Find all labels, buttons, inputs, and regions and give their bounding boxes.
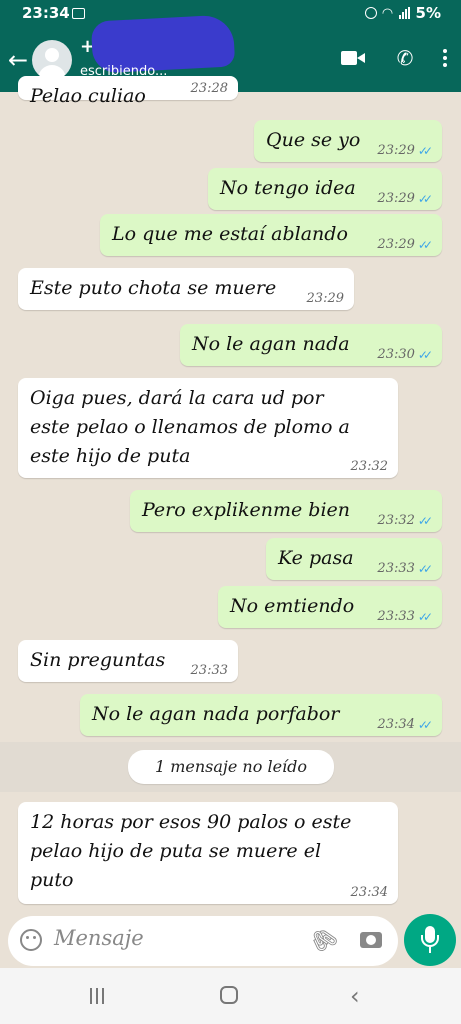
unread-divider: 1 mensaje no leído	[0, 742, 461, 792]
outgoing-message[interactable]: No le agan nada porfabor 23:34 ✓✓	[80, 694, 442, 736]
message-line: pelao hijo de puta se muere el	[30, 840, 322, 862]
message-line: No emtiendo	[230, 595, 355, 617]
nav-back-icon[interactable]: ‹	[350, 982, 360, 1010]
message-time: 23:34	[350, 885, 388, 900]
more-options-icon[interactable]	[443, 49, 447, 67]
message-line: Ke pasa	[278, 547, 354, 569]
message-line: este hijo de puta	[30, 445, 191, 467]
home-icon[interactable]	[220, 986, 238, 1004]
message-line: No le agan nada	[192, 333, 350, 355]
message-time: 23:30	[377, 347, 415, 362]
message-input[interactable]: Mensaje	[54, 926, 144, 950]
outgoing-message[interactable]: Pero explikenme bien 23:32 ✓✓	[130, 490, 442, 532]
outgoing-message[interactable]: No le agan nada 23:30 ✓✓	[180, 324, 442, 366]
message-meta: 23:32 ✓✓	[377, 513, 433, 528]
video-call-icon[interactable]	[341, 48, 367, 68]
outgoing-message[interactable]: No emtiendo 23:33 ✓✓	[218, 586, 442, 628]
recent-apps-icon[interactable]	[90, 988, 104, 1004]
outgoing-message[interactable]: Que se yo 23:29 ✓✓	[254, 120, 442, 162]
message-text: 12 horas por esos 90 palos o este pelao h…	[30, 808, 386, 895]
message-line: puto	[30, 869, 74, 891]
system-nav-bar: ‹	[0, 968, 461, 1024]
message-meta: 23:34	[351, 885, 388, 900]
message-meta: 23:29 ✓✓	[377, 191, 433, 206]
status-bar: 23:34 ◠ 5%	[0, 0, 461, 28]
message-meta: 23:29	[307, 291, 344, 306]
message-meta: 23:29 ✓✓	[377, 143, 433, 158]
message-meta: 23:33	[191, 663, 228, 678]
read-receipt-icon: ✓✓	[417, 717, 433, 732]
phone-icon[interactable]: ✆	[393, 46, 417, 70]
message-meta: 23:34 ✓✓	[377, 717, 433, 732]
message-time: 23:29	[377, 237, 415, 252]
message-time: 23:29	[377, 191, 415, 206]
signal-icon	[398, 7, 410, 19]
message-time: 23:29	[306, 291, 344, 306]
outgoing-message[interactable]: No tengo idea 23:29 ✓✓	[208, 168, 442, 210]
read-receipt-icon: ✓✓	[417, 513, 433, 528]
wifi-icon: ◠	[382, 5, 393, 21]
message-line: 12 horas por esos 90 palos o este	[30, 811, 352, 833]
message-meta: 23:29 ✓✓	[377, 237, 433, 252]
message-text: Este puto chota se muere	[30, 274, 342, 303]
incoming-message[interactable]: Sin preguntas 23:33	[18, 640, 238, 682]
back-arrow-icon[interactable]: ←	[8, 46, 28, 74]
message-meta: 23:33 ✓✓	[377, 609, 433, 624]
mic-button[interactable]	[404, 914, 456, 966]
message-line: Lo que me estaí ablando	[112, 223, 348, 245]
message-time: 23:33	[377, 609, 415, 624]
read-receipt-icon: ✓✓	[417, 143, 433, 158]
message-time: 23:28	[190, 81, 228, 96]
message-line: Oiga pues, dará la cara ud por	[30, 387, 324, 409]
read-receipt-icon: ✓✓	[417, 609, 433, 624]
camera-icon[interactable]	[360, 932, 382, 948]
read-receipt-icon: ✓✓	[417, 347, 433, 362]
message-meta: 23:30 ✓✓	[377, 347, 433, 362]
unread-banner: 1 mensaje no leído	[128, 750, 334, 784]
status-icons: ◠ 5%	[364, 4, 441, 22]
attach-icon[interactable]: 🖇	[305, 922, 342, 959]
message-meta: 23:28	[191, 81, 228, 96]
gallery-notification-icon	[72, 8, 85, 19]
emoji-icon[interactable]	[20, 929, 42, 951]
message-line: Sin preguntas	[30, 649, 166, 671]
avatar[interactable]	[32, 40, 72, 80]
message-line: Pero explikenme bien	[142, 499, 351, 521]
outgoing-message[interactable]: Ke pasa 23:33 ✓✓	[266, 538, 442, 580]
message-line: No le agan nada porfabor	[92, 703, 340, 725]
message-line: Este puto chota se muere	[30, 277, 277, 299]
message-input-bar: Mensaje 🖇	[8, 916, 398, 966]
header-actions: ✆	[341, 46, 447, 70]
status-time: 23:34	[22, 4, 70, 22]
message-line: Que se yo	[266, 129, 361, 151]
outgoing-message[interactable]: Lo que me estaí ablando 23:29 ✓✓	[100, 214, 442, 256]
message-time: 23:32	[350, 459, 388, 474]
message-meta: 23:33 ✓✓	[377, 561, 433, 576]
message-text: Oiga pues, dará la cara ud por este pelao…	[30, 384, 386, 471]
read-receipt-icon: ✓✓	[417, 237, 433, 252]
message-line: este pelao o llenamos de plomo a	[30, 416, 350, 438]
message-time: 23:32	[377, 513, 415, 528]
message-list[interactable]: Pelao culiao 23:28 Que se yo 23:29 ✓✓ No teng…	[0, 76, 461, 916]
message-time: 23:33	[377, 561, 415, 576]
battery-level: 5%	[415, 4, 441, 22]
alarm-icon	[364, 7, 377, 19]
read-receipt-icon: ✓✓	[417, 191, 433, 206]
message-time: 23:29	[377, 143, 415, 158]
incoming-message[interactable]: Pelao culiao 23:28	[18, 76, 238, 107]
message-time: 23:33	[190, 663, 228, 678]
message-line: Pelao culiao	[30, 85, 146, 107]
message-meta: 23:32	[351, 459, 388, 474]
message-time: 23:34	[377, 717, 415, 732]
message-line: No tengo idea	[220, 177, 356, 199]
incoming-message[interactable]: 12 horas por esos 90 palos o este pelao h…	[18, 802, 398, 904]
incoming-message[interactable]: Este puto chota se muere 23:29	[18, 268, 354, 310]
read-receipt-icon: ✓✓	[417, 561, 433, 576]
incoming-message[interactable]: Oiga pues, dará la cara ud por este pelao…	[18, 378, 398, 478]
